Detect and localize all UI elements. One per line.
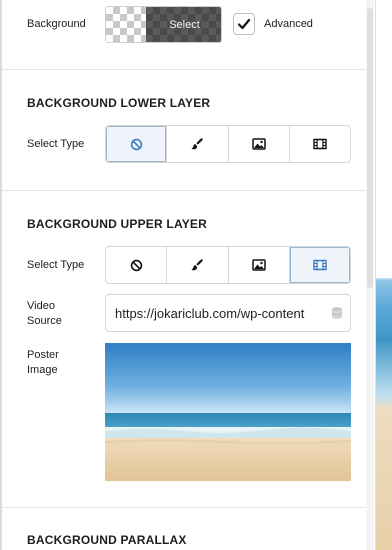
poster-image-label: Poster Image xyxy=(27,349,59,376)
divider xyxy=(2,190,366,191)
lower-type-none-button[interactable] xyxy=(106,126,168,162)
video-icon xyxy=(313,138,327,150)
poster-image-thumbnail[interactable] xyxy=(105,343,351,481)
none-icon xyxy=(130,138,142,150)
divider xyxy=(2,69,366,70)
video-source-field xyxy=(105,294,351,332)
lower-type-video-button[interactable] xyxy=(290,126,350,162)
panel-scrollbar[interactable] xyxy=(366,0,374,550)
advanced-label: Advanced xyxy=(264,18,313,30)
none-icon xyxy=(130,259,142,271)
video-source-input[interactable] xyxy=(115,305,326,321)
panel-left-border xyxy=(0,0,2,550)
lower-type-color-button[interactable] xyxy=(167,126,229,162)
upper-type-none-button[interactable] xyxy=(106,247,168,283)
background-label: Background xyxy=(27,18,86,30)
background-color-picker[interactable]: Select xyxy=(105,6,222,43)
upper-type-video-button[interactable] xyxy=(289,247,350,283)
image-icon xyxy=(251,138,266,150)
picker-select-label: Select xyxy=(169,18,200,31)
dynamic-data-icon[interactable] xyxy=(330,306,344,320)
page-background-top xyxy=(376,0,392,278)
scrollbar-thumb[interactable] xyxy=(367,8,373,288)
paint-brush-icon xyxy=(191,138,204,150)
lower-layer-title: BACKGROUND LOWER LAYER xyxy=(27,96,211,110)
upper-select-type-label: Select Type xyxy=(27,259,85,271)
checkmark-icon xyxy=(237,18,251,30)
image-icon xyxy=(251,259,266,271)
upper-type-color-button[interactable] xyxy=(167,247,229,283)
advanced-checkbox[interactable] xyxy=(233,13,255,35)
upper-type-selector xyxy=(105,246,351,284)
upper-type-image-button[interactable] xyxy=(229,247,290,283)
upper-layer-title: BACKGROUND UPPER LAYER xyxy=(27,217,207,231)
video-source-label: Video Source xyxy=(27,300,62,327)
divider xyxy=(2,507,366,508)
parallax-title: BACKGROUND PARALLAX xyxy=(27,533,187,547)
paint-brush-icon xyxy=(191,259,204,271)
beach-image xyxy=(105,343,351,481)
style-settings-panel: Background Select Advanced BACKGROUND LO… xyxy=(0,0,376,550)
video-icon xyxy=(313,259,327,271)
lower-type-selector xyxy=(105,125,351,163)
lower-select-type-label: Select Type xyxy=(27,138,85,150)
lower-type-image-button[interactable] xyxy=(229,126,290,162)
